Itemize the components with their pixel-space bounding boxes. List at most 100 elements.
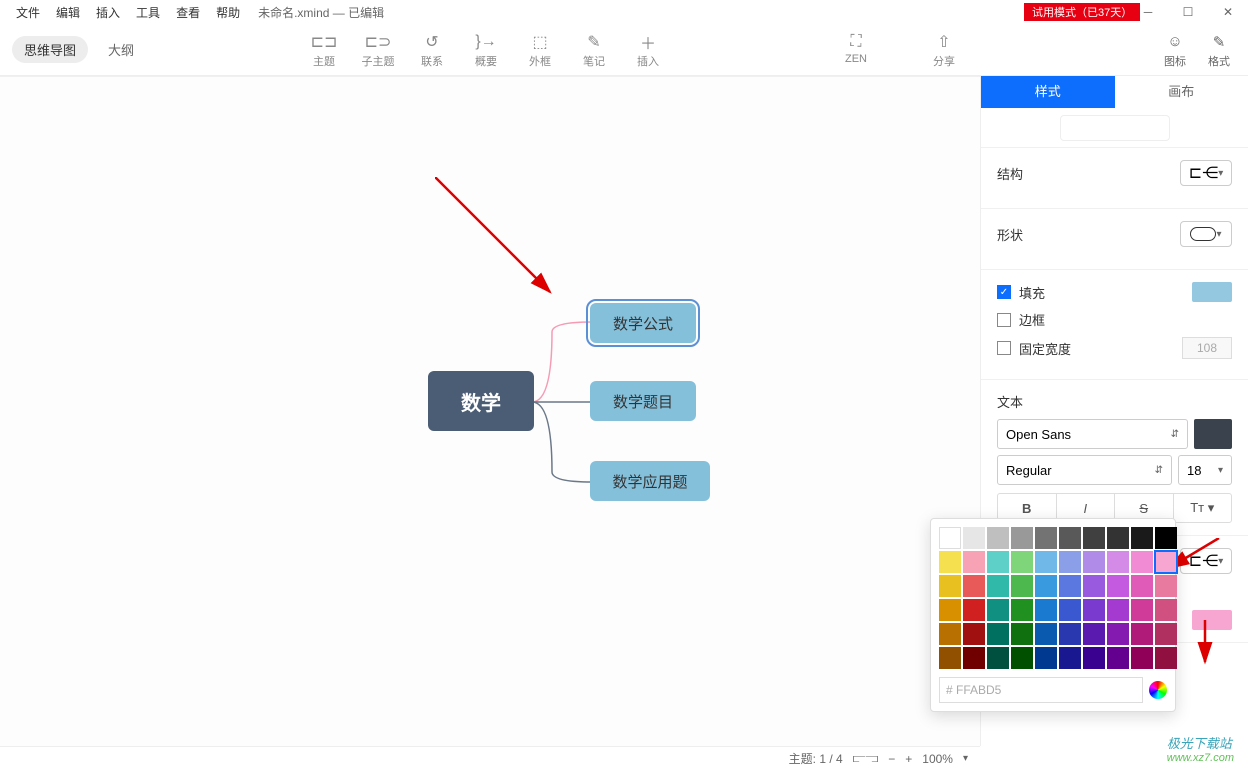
color-cell[interactable]: [939, 551, 961, 573]
font-family-select[interactable]: Open Sans⇵: [997, 419, 1188, 449]
text-case-button[interactable]: Tᴛ ▾: [1174, 494, 1232, 522]
font-weight-select[interactable]: Regular⇵: [997, 455, 1172, 485]
checkbox-fill[interactable]: ✓: [997, 285, 1011, 299]
color-cell[interactable]: [1155, 527, 1177, 549]
color-cell[interactable]: [987, 527, 1009, 549]
color-cell[interactable]: [1107, 527, 1129, 549]
color-cell[interactable]: [1059, 575, 1081, 597]
menu-help[interactable]: 帮助: [208, 4, 248, 21]
menu-view[interactable]: 查看: [168, 4, 208, 21]
maximize-button[interactable]: ☐: [1168, 0, 1208, 24]
color-cell[interactable]: [1131, 527, 1153, 549]
zoom-out-button[interactable]: −: [888, 752, 895, 766]
color-cell[interactable]: [1035, 527, 1057, 549]
menu-edit[interactable]: 编辑: [48, 4, 88, 21]
structure-selector[interactable]: ⊏⋲▾: [1180, 160, 1232, 186]
color-cell[interactable]: [939, 623, 961, 645]
color-cell[interactable]: [987, 647, 1009, 669]
color-cell[interactable]: [1059, 527, 1081, 549]
color-cell[interactable]: [963, 599, 985, 621]
font-size-select[interactable]: 18▾: [1178, 455, 1232, 485]
color-cell[interactable]: [1011, 527, 1033, 549]
color-cell[interactable]: [1107, 599, 1129, 621]
color-cell[interactable]: [939, 647, 961, 669]
color-cell[interactable]: [1035, 623, 1057, 645]
menu-insert[interactable]: 插入: [88, 4, 128, 21]
color-cell[interactable]: [1155, 647, 1177, 669]
color-wheel-button[interactable]: [1149, 681, 1167, 699]
color-cell[interactable]: [1107, 647, 1129, 669]
menu-file[interactable]: 文件: [8, 4, 48, 21]
tool-topic[interactable]: ⊏⊐主题: [300, 31, 348, 69]
color-cell[interactable]: [1083, 551, 1105, 573]
mindmap-child-0[interactable]: 数学公式: [590, 303, 696, 343]
color-cell[interactable]: [939, 599, 961, 621]
color-cell[interactable]: [1083, 623, 1105, 645]
color-cell[interactable]: [939, 527, 961, 549]
color-cell[interactable]: [1131, 575, 1153, 597]
tool-summary[interactable]: }→概要: [462, 31, 510, 69]
zoom-in-button[interactable]: +: [905, 752, 912, 766]
tool-share[interactable]: ⇧分享: [920, 31, 968, 69]
color-cell[interactable]: [1131, 599, 1153, 621]
color-cell[interactable]: [1155, 575, 1177, 597]
tool-icon[interactable]: ☺图标: [1156, 31, 1194, 69]
color-cell[interactable]: [1131, 647, 1153, 669]
color-cell[interactable]: [1107, 551, 1129, 573]
color-cell[interactable]: [1035, 575, 1057, 597]
color-cell[interactable]: [1083, 647, 1105, 669]
color-cell[interactable]: [987, 599, 1009, 621]
hex-input[interactable]: [939, 677, 1143, 703]
color-cell[interactable]: [1083, 599, 1105, 621]
color-cell[interactable]: [1155, 551, 1177, 573]
fill-color-swatch[interactable]: [1192, 282, 1232, 302]
color-cell[interactable]: [1035, 551, 1057, 573]
menu-tools[interactable]: 工具: [128, 4, 168, 21]
color-cell[interactable]: [1011, 551, 1033, 573]
mindmap-child-2[interactable]: 数学应用题: [590, 461, 710, 501]
color-cell[interactable]: [987, 551, 1009, 573]
color-cell[interactable]: [1107, 575, 1129, 597]
color-cell[interactable]: [1155, 623, 1177, 645]
color-cell[interactable]: [963, 647, 985, 669]
tool-relation[interactable]: ↺联系: [408, 31, 456, 69]
color-cell[interactable]: [1011, 623, 1033, 645]
zoom-level[interactable]: 100%: [922, 752, 953, 766]
checkbox-border[interactable]: [997, 313, 1011, 327]
text-color-swatch[interactable]: [1194, 419, 1232, 449]
tool-note[interactable]: ✎笔记: [570, 31, 618, 69]
color-cell[interactable]: [1131, 551, 1153, 573]
color-cell[interactable]: [1059, 647, 1081, 669]
checkbox-fixed-width[interactable]: [997, 341, 1011, 355]
color-cell[interactable]: [1011, 599, 1033, 621]
branch-selector[interactable]: ⊏⋲▾: [1180, 548, 1232, 574]
minimize-button[interactable]: ─: [1128, 0, 1168, 24]
map-overview-icon[interactable]: ⫍⫎: [853, 751, 879, 766]
tool-subtopic[interactable]: ⊏⊃子主题: [354, 31, 402, 69]
color-cell[interactable]: [963, 527, 985, 549]
color-cell[interactable]: [987, 575, 1009, 597]
panel-tab-canvas[interactable]: 画布: [1115, 76, 1248, 108]
color-cell[interactable]: [1035, 647, 1057, 669]
tool-format[interactable]: ✎格式: [1200, 31, 1238, 69]
color-cell[interactable]: [1011, 647, 1033, 669]
color-cell[interactable]: [939, 575, 961, 597]
tab-mindmap[interactable]: 思维导图: [12, 36, 88, 63]
color-cell[interactable]: [1107, 623, 1129, 645]
color-cell[interactable]: [1059, 599, 1081, 621]
tool-boundary[interactable]: ⬚外框: [516, 31, 564, 69]
color-cell[interactable]: [963, 551, 985, 573]
close-button[interactable]: ✕: [1208, 0, 1248, 24]
color-cell[interactable]: [1131, 623, 1153, 645]
color-cell[interactable]: [1083, 575, 1105, 597]
color-cell[interactable]: [1059, 623, 1081, 645]
color-cell[interactable]: [987, 623, 1009, 645]
shape-selector[interactable]: ▾: [1180, 221, 1232, 247]
color-cell[interactable]: [1035, 599, 1057, 621]
color-cell[interactable]: [963, 623, 985, 645]
chevron-down-icon[interactable]: ▾: [963, 753, 968, 764]
fixed-width-input[interactable]: [1182, 337, 1232, 359]
color-cell[interactable]: [1083, 527, 1105, 549]
tool-zen[interactable]: ⛶ZEN: [832, 31, 880, 69]
tool-insert[interactable]: ＋插入: [624, 31, 672, 69]
